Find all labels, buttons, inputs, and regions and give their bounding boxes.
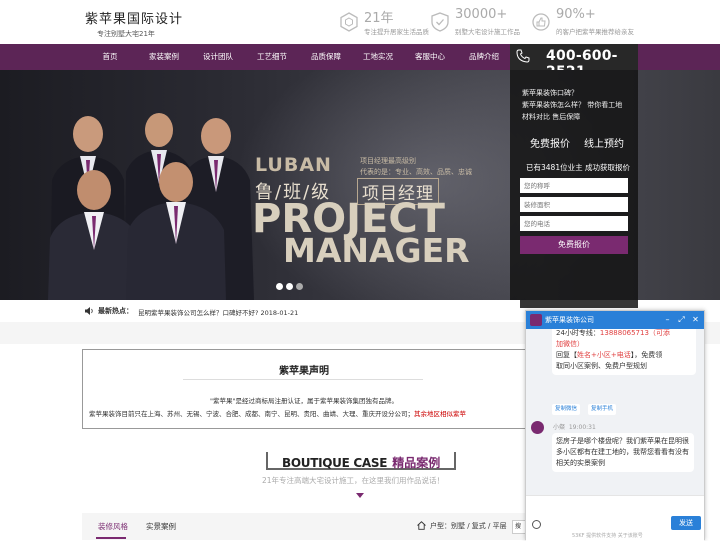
message-time: 19:00:31 [568,424,596,431]
brand-name: 紫苹果国际设计 [85,12,184,27]
thumbs-up-icon [532,13,550,31]
form-count: 已有3481位业主 成功获取报价 [526,163,630,172]
nav-design-team[interactable]: 设计团队 [196,44,240,70]
chat-message-2: 您房子是哪个楼盘呢？我们紫苹果在昆明很多小区都有在建工地的，我帮您看看有没有相关… [552,433,694,472]
hotline[interactable]: 400-600-2521 [510,44,638,80]
nav-cases[interactable]: 家装案例 [142,44,186,70]
chat-header: 紫苹果装饰公司 – ⤢ ✕ [526,311,704,329]
stat-works-value: 30000+ [455,7,508,22]
carousel-dot-2[interactable] [286,283,293,290]
form-question-3[interactable]: 材料对比 售后保障 [522,112,580,122]
home-icon [417,521,426,530]
tab-real-case[interactable]: 实景案例 [146,521,176,532]
pm-subtitle-1: 项目经理最高级别 [360,157,416,165]
name-input[interactable] [520,178,628,193]
agent-name: 小粲 [553,424,566,431]
copy-phone-button[interactable]: 复制手机 [588,404,617,415]
chat-close-icon[interactable]: ✕ [690,314,701,325]
shield-icon [431,12,449,32]
tab-style-underline [96,537,126,539]
boutique-title-cn: 精品案例 [392,456,441,470]
tab-online-booking[interactable]: 线上预约 [584,135,624,150]
carousel-dots [276,275,306,294]
quote-form: 紫苹果装饰口碑？ 紫苹果装饰怎么样？ 带你看工地 材料对比 售后保障 免费报价 … [510,70,638,308]
chat-logo [530,314,542,326]
copy-wechat-button[interactable]: 复制微信 [552,404,581,415]
nav-site[interactable]: 工地实况 [356,44,400,70]
phone-input[interactable] [520,216,628,231]
statement-title: 紫苹果声明 [279,366,329,377]
chat-body: 24小时专线：13888065713（可添 加微信） 回复【姓名+小区+电话】，… [526,329,704,495]
chat-message-1: 24小时专线：13888065713（可添 加微信） 回复【姓名+小区+电话】，… [552,329,696,375]
msg1-reply-b: 姓名+小区+电话 [577,351,631,359]
message-meta: 小粲 19:00:31 [553,422,596,431]
form-tabs: 免费报价 线上预约 [510,135,638,155]
nav-service[interactable]: 客服中心 [408,44,452,70]
carousel-dot-1[interactable] [276,283,283,290]
stat-recommend-desc: 的客户把紫苹果推荐给亲友 [556,28,634,36]
boutique-heading: BOUTIQUE CASE 精品案例 [266,452,457,470]
area-input[interactable] [520,197,628,212]
tab-style[interactable]: 装修风格 [98,521,128,532]
statement-para-1: "紫苹果"是经过商标局注册认证，属于紫苹果装饰集团独有品牌。 [210,397,398,405]
chat-minimize-icon[interactable]: – [662,314,673,325]
chat-footer: 53KF 提供软件支持 关于该账号 [572,533,643,539]
nav-home[interactable]: 首页 [90,44,130,70]
msg1-phone: 13888065713（可添 [599,329,670,337]
news-label: 最新热点： [98,307,133,315]
hero-luban: LUBAN [255,154,332,176]
statement-para-2-warning: 其余地区相似紫苹 [414,410,466,418]
boutique-title-en: BOUTIQUE CASE [282,456,388,470]
chat-widget: 紫苹果装饰公司 – ⤢ ✕ 24小时专线：13888065713（可添 加微信）… [525,310,705,541]
case-filter-bar: 装修风格 实景案例 户型：别墅 / 复式 / 平层 搜 [82,513,526,540]
hero-manager: MANAGER [283,231,470,270]
chat-maximize-icon[interactable]: ⤢ [676,314,687,325]
news-ticker: 最新热点： 昆明紫苹果装饰公司怎么样？口碑好不好? 2018-01-21 [0,300,520,322]
brand-statement: 紫苹果声明 "紫苹果"是经过商标局注册认证，属于紫苹果装饰集团独有品牌。 紫苹果… [82,349,526,429]
emoji-icon[interactable] [532,520,541,529]
filter-search[interactable]: 搜 [512,520,526,534]
carousel-dot-3[interactable] [296,283,303,290]
nav-quality[interactable]: 品质保障 [304,44,348,70]
form-question-2[interactable]: 紫苹果装饰怎么样？ 带你看工地 [522,100,622,110]
statement-para-2: 紫苹果装饰目前只在上海、苏州、无锡、宁波、合肥、成都、南宁、昆明、贵阳、曲靖、大… [89,408,466,418]
chat-title: 紫苹果装饰公司 [545,316,594,324]
speaker-icon [85,307,93,315]
statement-divider [183,379,423,380]
statement-para-2-text: 紫苹果装饰目前只在上海、苏州、无锡、宁波、合肥、成都、南宁、昆明、贵阳、曲靖、大… [89,410,414,418]
msg1-reply-a: 回复【 [556,351,577,359]
filter-path[interactable]: 户型：别墅 / 复式 / 平层 [430,521,507,531]
nav-craft[interactable]: 工艺细节 [250,44,294,70]
msg1-hotline-label: 24小时专线： [556,329,600,337]
phone-icon [516,49,530,63]
msg1-wechat: 加微信） [556,340,584,348]
chat-input-area[interactable]: 发送 53KF 提供软件支持 关于该账号 [526,495,704,541]
hexagon-icon [340,12,358,32]
top-header: 紫苹果国际设计 专注别墅大宅21年 21年 专注提升居家生活品质 30000+ … [0,0,720,44]
brand-slogan: 专注别墅大宅21年 [97,30,155,38]
stat-works-desc: 别墅大宅设计施工作品 [455,28,520,36]
tab-free-quote[interactable]: 免费报价 [530,135,570,150]
stat-years-value: 21年 [364,11,394,26]
boutique-subtitle: 21年专注高端大宅设计施工，在这里我们用作品说话！ [262,476,445,485]
submit-quote-button[interactable]: 免费报价 [520,236,628,254]
agent-avatar [531,421,544,434]
stat-years-desc: 专注提升居家生活品质 [364,28,429,36]
stat-recommend-value: 90%+ [556,7,596,22]
news-item[interactable]: 昆明紫苹果装饰公司怎么样？口碑好不好? 2018-01-21 [138,307,298,317]
msg1-reply-c: 】，免费领 [630,351,663,359]
pm-subtitle-2: 代表的是：专业、高效、品质、忠诚 [360,168,472,176]
send-button[interactable]: 发送 [671,516,701,530]
msg1-offer: 取同小区案例、免费户型规划 [556,362,647,370]
logo[interactable]: 紫苹果国际设计 专注别墅大宅21年 [85,8,183,39]
team-photo [48,113,254,300]
boutique-arrow-icon [356,493,364,498]
form-question-1[interactable]: 紫苹果装饰口碑？ [522,88,578,98]
nav-brand[interactable]: 品牌介绍 [462,44,506,70]
